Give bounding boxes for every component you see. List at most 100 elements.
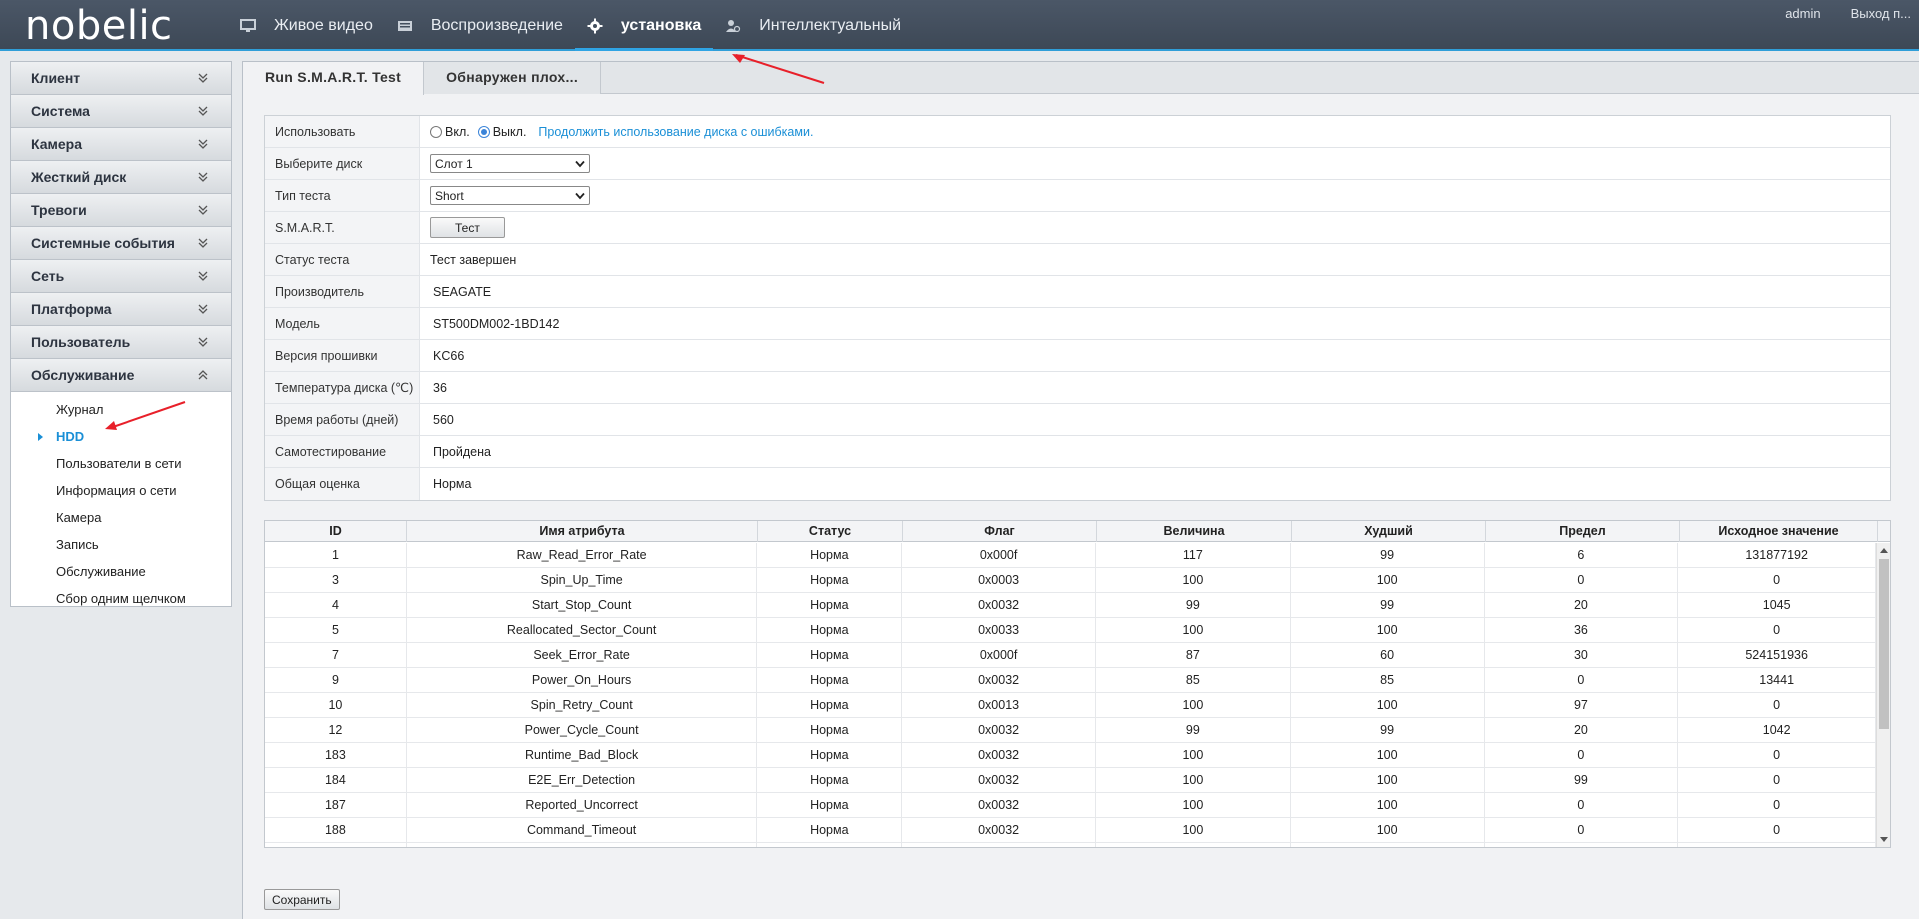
- logout-link[interactable]: Выход п...: [1851, 6, 1911, 21]
- cell-attribute-name: High_Fly_Writes: [407, 843, 758, 847]
- cell-status: Норма: [757, 618, 903, 642]
- chevron-down-icon: [197, 270, 209, 282]
- test-type-select[interactable]: Short: [430, 186, 590, 205]
- nav-setup-label: установка: [620, 16, 702, 34]
- cell-worst: 100: [1291, 818, 1485, 842]
- test-button[interactable]: Тест: [430, 217, 505, 238]
- table-row[interactable]: 3 Spin_Up_Time Норма 0x0003 100 100 0 0: [265, 568, 1877, 593]
- table-row[interactable]: 7 Seek_Error_Rate Норма 0x000f 87 60 30 5241519…: [265, 643, 1877, 668]
- sidebar-group-user[interactable]: Пользователь: [11, 326, 231, 359]
- cell-value: 100: [1096, 793, 1291, 817]
- cell-flag: 0x0032: [902, 768, 1096, 792]
- cell-attribute-name: Power_Cycle_Count: [407, 718, 758, 742]
- sidebar-group-label: Обслуживание: [31, 367, 135, 383]
- sidebar-group-label: Платформа: [31, 301, 112, 317]
- cell-id: 187: [265, 793, 407, 817]
- scroll-up-icon[interactable]: [1880, 548, 1888, 553]
- cell-threshold: 99: [1485, 768, 1679, 792]
- field-label: Выберите диск: [265, 148, 420, 179]
- cell-value: 117: [1096, 543, 1291, 567]
- sidebar-item-maintenance[interactable]: Обслуживание: [11, 558, 231, 585]
- chevron-down-icon: [197, 72, 209, 84]
- tab-bad-sectors[interactable]: Обнаружен плох...: [424, 62, 602, 94]
- sidebar-group-system-events[interactable]: Системные события: [11, 227, 231, 260]
- scrollbar-thumb[interactable]: [1879, 559, 1889, 729]
- row-uptime: Время работы (дней) 560: [265, 404, 1890, 436]
- cell-worst: 85: [1291, 668, 1485, 692]
- table-scrollbar[interactable]: [1876, 543, 1890, 847]
- chevron-down-icon: [197, 204, 209, 216]
- cell-attribute-name: Raw_Read_Error_Rate: [407, 543, 758, 567]
- save-button[interactable]: Сохранить: [264, 889, 340, 910]
- table-row[interactable]: 10 Spin_Retry_Count Норма 0x0013 100 100 97 0: [265, 693, 1877, 718]
- column-header: Худший: [1292, 521, 1486, 542]
- cell-id: 184: [265, 768, 407, 792]
- cell-flag: 0x0032: [902, 818, 1096, 842]
- sidebar-group-alarms[interactable]: Тревоги: [11, 194, 231, 227]
- selftest-value: Пройдена: [433, 444, 491, 459]
- sidebar-group-hard-disk[interactable]: Жесткий диск: [11, 161, 231, 194]
- cell-id: 3: [265, 568, 407, 592]
- cell-attribute-name: Runtime_Bad_Block: [407, 743, 758, 767]
- sidebar-group-client[interactable]: Клиент: [11, 62, 231, 95]
- table-row[interactable]: 183 Runtime_Bad_Block Норма 0x0032 100 100 0 0: [265, 743, 1877, 768]
- annotation-arrow-nav: [732, 54, 825, 84]
- radio-off-label: Выкл.: [492, 124, 527, 139]
- chevron-down-icon: [197, 138, 209, 150]
- monitor-icon: [240, 18, 258, 34]
- radio-on[interactable]: [430, 125, 442, 138]
- cell-attribute-name: Start_Stop_Count: [407, 593, 758, 617]
- sidebar-group-label: Жесткий диск: [31, 169, 127, 185]
- test-type-select-value: Short: [435, 188, 464, 203]
- table-row[interactable]: 9 Power_On_Hours Норма 0x0032 85 85 0 13441: [265, 668, 1877, 693]
- table-row[interactable]: 184 E2E_Err_Detection Норма 0x0032 100 100 99 0: [265, 768, 1877, 793]
- table-row[interactable]: 1 Raw_Read_Error_Rate Норма 0x000f 117 99 6 131…: [265, 543, 1877, 568]
- cell-attribute-name: Reallocated_Sector_Count: [407, 618, 758, 642]
- sidebar-group-network[interactable]: Сеть: [11, 260, 231, 293]
- cell-threshold: 0: [1485, 843, 1679, 847]
- row-use: Использовать Вкл. Выкл. Продолжить испол…: [265, 116, 1890, 148]
- table-row[interactable]: 189High_Fly_WritesНорма0x003a10010000: [265, 843, 1877, 847]
- sidebar-item-network-info[interactable]: Информация о сети: [11, 477, 231, 504]
- cell-raw-value: 0: [1678, 793, 1877, 817]
- nav-intelligent[interactable]: Интеллектуальный: [713, 0, 913, 51]
- cell-status: Норма: [757, 768, 903, 792]
- continue-use-link[interactable]: Продолжить использование диска с ошибкам…: [538, 125, 813, 139]
- username[interactable]: admin: [1785, 6, 1820, 21]
- cell-status: Норма: [757, 643, 903, 667]
- disk-select[interactable]: Слот 1: [430, 154, 590, 173]
- sidebar-group-system[interactable]: Система: [11, 95, 231, 128]
- chevron-down-icon: [197, 303, 209, 315]
- nav-playback-label: Воспроизведение: [430, 16, 563, 34]
- nav-live-video[interactable]: Живое видео: [228, 0, 385, 51]
- cell-threshold: 20: [1485, 593, 1679, 617]
- sidebar-group-platform[interactable]: Платформа: [11, 293, 231, 326]
- table-row[interactable]: 188 Command_Timeout Норма 0x0032 100 100 0 0: [265, 818, 1877, 843]
- cell-raw-value: 0: [1678, 693, 1877, 717]
- chevron-down-icon: [575, 189, 585, 203]
- table-row[interactable]: 12 Power_Cycle_Count Норма 0x0032 99 99 20 1042: [265, 718, 1877, 743]
- sidebar-item-camera[interactable]: Камера: [11, 504, 231, 531]
- table-row[interactable]: 187 Reported_Uncorrect Норма 0x0032 100 100 0 0: [265, 793, 1877, 818]
- sidebar-item-online-users[interactable]: Пользователи в сети: [11, 450, 231, 477]
- nav-playback[interactable]: Воспроизведение: [385, 0, 575, 51]
- cell-flag: 0x000f: [902, 543, 1096, 567]
- cell-id: 4: [265, 593, 407, 617]
- sidebar-group-camera[interactable]: Камера: [11, 128, 231, 161]
- radio-off[interactable]: [477, 125, 490, 138]
- sidebar-item-one-click-collect[interactable]: Сбор одним щелчком: [11, 585, 231, 612]
- firmware-value: KC66: [433, 348, 465, 363]
- table-row[interactable]: 4 Start_Stop_Count Норма 0x0032 99 99 20 1045: [265, 593, 1877, 618]
- nav-live-video-label: Живое видео: [274, 16, 373, 34]
- cell-threshold: 0: [1485, 793, 1679, 817]
- nav-setup[interactable]: установка: [574, 0, 714, 51]
- scroll-down-icon[interactable]: [1880, 837, 1888, 842]
- cell-worst: 100: [1291, 843, 1485, 847]
- table-body: 1 Raw_Read_Error_Rate Норма 0x000f 117 99 6 131…: [265, 543, 1877, 847]
- cell-threshold: 0: [1485, 818, 1679, 842]
- table-row[interactable]: 5 Reallocated_Sector_Count Норма 0x0033 100 1…: [265, 618, 1877, 643]
- cell-status: Норма: [757, 693, 903, 717]
- sidebar-item-record[interactable]: Запись: [11, 531, 231, 558]
- tab-smart-test[interactable]: Run S.M.A.R.T. Test: [243, 62, 425, 95]
- sidebar-group-maintenance[interactable]: Обслуживание: [11, 359, 231, 392]
